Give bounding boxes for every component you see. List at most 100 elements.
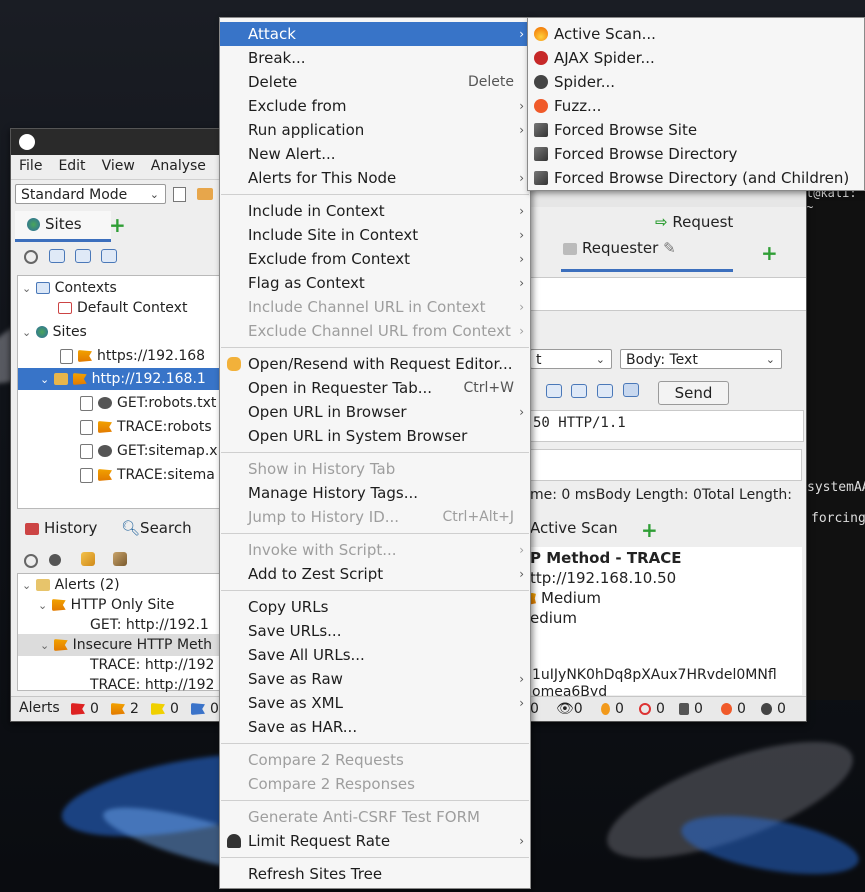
- flag-icon: [78, 350, 92, 362]
- new-session-icon[interactable]: [173, 187, 186, 202]
- menu-item-label: Open URL in System Browser: [248, 427, 468, 445]
- layout-icon[interactable]: [623, 383, 639, 397]
- broom-icon[interactable]: [113, 552, 127, 566]
- submenu-item-active-scan[interactable]: Active Scan...: [528, 22, 864, 46]
- chevron-down-icon: ⌄: [22, 579, 32, 592]
- tree-row-alerts-root[interactable]: ⌄ Alerts (2): [22, 574, 120, 596]
- search-icon: 🔍︎: [121, 519, 141, 537]
- submenu-item-label: Forced Browse Directory: [554, 145, 738, 163]
- menu-item-compare-2-requests: Compare 2 Requests: [220, 748, 530, 772]
- submenu-item-forced-browse-directory-and-children[interactable]: Forced Browse Directory (and Children): [528, 166, 864, 190]
- menu-item-open-url-in-system-browser[interactable]: Open URL in System Browser: [220, 424, 530, 448]
- menu-separator: [221, 194, 529, 195]
- menu-item-add-to-zest-script[interactable]: Add to Zest Script ›: [220, 562, 530, 586]
- tree-row-https-site[interactable]: https://192.168: [60, 345, 205, 367]
- tree-row-contexts[interactable]: ⌄ Contexts: [22, 277, 117, 299]
- tree-row-sites[interactable]: ⌄ Sites: [22, 321, 87, 343]
- sites-tab[interactable]: Sites: [15, 211, 111, 242]
- tree-row-alert-instance[interactable]: TRACE: http://192: [90, 654, 214, 676]
- method-select[interactable]: t ⌄: [530, 349, 612, 369]
- menu-item-refresh-sites-tree[interactable]: Refresh Sites Tree: [220, 862, 530, 886]
- submenu-item-fuzz[interactable]: Fuzz...: [528, 94, 864, 118]
- status-spider-count: 0: [761, 701, 786, 717]
- menu-item-save-as-raw[interactable]: Save as Raw ›: [220, 667, 530, 691]
- menu-item-save-urls[interactable]: Save URLs...: [220, 619, 530, 643]
- chevron-right-icon: ›: [519, 300, 524, 314]
- menu-item-include-site-in-context[interactable]: Include Site in Context ›: [220, 223, 530, 247]
- menu-item-alerts-for-this-node[interactable]: Alerts for This Node ›: [220, 166, 530, 190]
- menu-analyse[interactable]: Analyse: [143, 155, 214, 174]
- tab-requester[interactable]: Requester ✎: [561, 239, 733, 272]
- tab-request-label: Request: [672, 213, 734, 231]
- layout-icon[interactable]: [571, 384, 587, 398]
- mode-select[interactable]: Standard Mode ⌄: [15, 184, 166, 204]
- add-tab-icon[interactable]: +: [761, 241, 778, 265]
- red-spider-icon: [534, 51, 548, 65]
- request-editor[interactable]: 50 HTTP/1.1: [530, 410, 804, 442]
- filter-icon[interactable]: [24, 554, 38, 568]
- tab-search[interactable]: 🔍︎Search: [121, 519, 192, 537]
- menu-item-include-in-context[interactable]: Include in Context ›: [220, 199, 530, 223]
- menu-item-label: Attack: [248, 25, 296, 43]
- edit-pencil-icon[interactable]: [81, 552, 95, 566]
- zap-logo-icon: [19, 134, 35, 150]
- tree-row-child[interactable]: TRACE:sitema: [80, 464, 215, 486]
- chevron-right-icon: ›: [519, 204, 524, 218]
- tree-row-http-only[interactable]: ⌄ HTTP Only Site: [38, 594, 174, 616]
- tab-request[interactable]: ⇨ Request: [655, 213, 733, 231]
- submenu-item-spider[interactable]: Spider...: [528, 70, 864, 94]
- submenu-item-ajax-spider[interactable]: AJAX Spider...: [528, 46, 864, 70]
- chevron-down-icon: ⌄: [40, 639, 50, 652]
- menu-item-label: Invoke with Script...: [248, 541, 397, 559]
- body-select[interactable]: Body: Text ⌄: [620, 349, 782, 369]
- menu-item-exclude-from[interactable]: Exclude from ›: [220, 94, 530, 118]
- menu-item-break[interactable]: Break...: [220, 46, 530, 70]
- menu-item-save-as-xml[interactable]: Save as XML ›: [220, 691, 530, 715]
- layout-icon[interactable]: [597, 384, 613, 398]
- tree-row-alert-instance[interactable]: TRACE: http://192: [90, 674, 214, 696]
- menu-item-limit-request-rate[interactable]: Limit Request Rate ›: [220, 829, 530, 853]
- menu-edit[interactable]: Edit: [50, 155, 93, 174]
- tree-row-insecure-selected[interactable]: ⌄ Insecure HTTP Meth: [18, 634, 222, 656]
- menu-item-label: Open/Resend with Request Editor...: [248, 355, 513, 373]
- tree-row-http-site-selected[interactable]: ⌄ http://192.168.1: [18, 368, 222, 390]
- status-eye-count: 👁︎0: [556, 701, 583, 717]
- add-tab-icon[interactable]: +: [641, 518, 658, 542]
- menu-item-flag-as-context[interactable]: Flag as Context ›: [220, 271, 530, 295]
- tab-history[interactable]: History: [25, 519, 97, 537]
- tree-row-child[interactable]: TRACE:robots: [80, 416, 212, 438]
- menu-item-attack[interactable]: Attack ›: [220, 22, 530, 46]
- export-context-icon[interactable]: [101, 249, 117, 263]
- menu-item-open-resend-with-request-editor[interactable]: Open/Resend with Request Editor...: [220, 352, 530, 376]
- tab-history-label: History: [44, 519, 98, 537]
- menu-file[interactable]: File: [11, 155, 50, 174]
- open-folder-icon[interactable]: [197, 188, 213, 200]
- menu-item-manage-history-tags[interactable]: Manage History Tags...: [220, 481, 530, 505]
- response-editor[interactable]: [530, 449, 802, 481]
- add-tab-icon[interactable]: +: [109, 213, 126, 237]
- import-context-icon[interactable]: [75, 249, 91, 263]
- menu-item-copy-urls[interactable]: Copy URLs: [220, 595, 530, 619]
- tree-row-child[interactable]: GET:sitemap.x: [80, 440, 218, 462]
- tree-row-alert-instance[interactable]: GET: http://192.1: [90, 614, 209, 636]
- tree-row-child[interactable]: GET:robots.txt: [80, 392, 216, 414]
- menu-item-exclude-from-context[interactable]: Exclude from Context ›: [220, 247, 530, 271]
- layout-icon[interactable]: [546, 384, 562, 398]
- menu-view[interactable]: View: [94, 155, 143, 174]
- submenu-item-forced-browse-site[interactable]: Forced Browse Site: [528, 118, 864, 142]
- target-icon[interactable]: [24, 250, 38, 264]
- menu-item-save-as-har[interactable]: Save as HAR...: [220, 715, 530, 739]
- menu-item-open-url-in-browser[interactable]: Open URL in Browser ›: [220, 400, 530, 424]
- tab-active-scan[interactable]: Active Scan: [530, 519, 618, 537]
- tree-row-default-context[interactable]: Default Context: [58, 297, 187, 319]
- menu-item-open-in-requester-tab[interactable]: Open in Requester Tab... Ctrl+W: [220, 376, 530, 400]
- send-button[interactable]: Send: [658, 381, 729, 405]
- chevron-down-icon: ⌄: [22, 326, 32, 339]
- menu-item-new-alert[interactable]: New Alert...: [220, 142, 530, 166]
- menu-item-delete[interactable]: Delete Delete: [220, 70, 530, 94]
- menu-item-run-application[interactable]: Run application ›: [220, 118, 530, 142]
- spider-settings-icon[interactable]: [49, 554, 61, 566]
- submenu-item-forced-browse-directory[interactable]: Forced Browse Directory: [528, 142, 864, 166]
- menu-item-save-all-urls[interactable]: Save All URLs...: [220, 643, 530, 667]
- new-context-icon[interactable]: [49, 249, 65, 263]
